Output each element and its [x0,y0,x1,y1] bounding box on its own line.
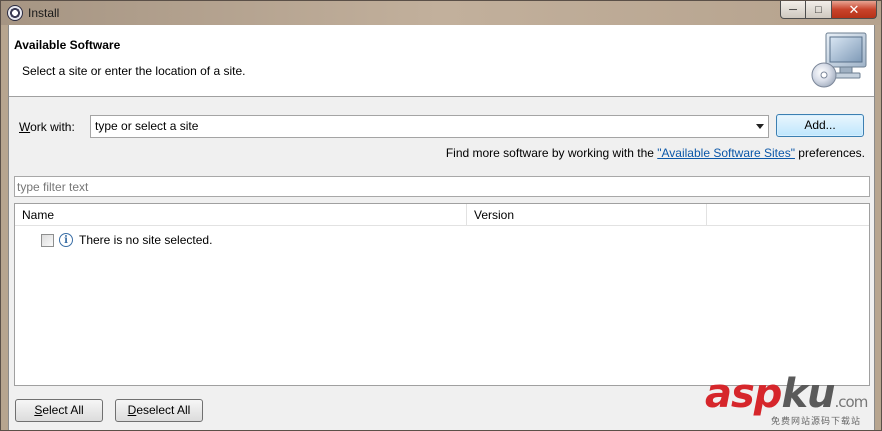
available-software-sites-link[interactable]: "Available Software Sites" [657,146,795,160]
close-button[interactable]: ✕ [832,1,877,19]
title-bar[interactable]: Install ─ □ ✕ [1,1,881,25]
deselect-all-mnemonic: D [127,403,137,417]
row-checkbox[interactable] [41,233,54,247]
work-with-mnemonic: W [19,120,31,134]
work-with-label-text: ork with: [30,120,75,134]
column-header-name[interactable]: Name [15,204,467,226]
page-title: Available Software [14,38,121,52]
close-icon: ✕ [848,1,860,17]
add-button[interactable]: Add... [776,114,864,137]
minimize-button[interactable]: ─ [780,1,806,19]
window-controls: ─ □ ✕ [780,1,877,19]
select-all-button[interactable]: Select All [15,399,103,422]
deselect-all-label: eselect All [136,403,191,417]
work-with-combo-value: type or select a site [95,119,199,133]
page-description: Select a site or enter the location of a… [22,64,246,78]
filter-input[interactable]: type filter text [14,176,870,197]
deselect-all-button[interactable]: Deselect All [115,399,203,422]
column-header-empty [707,204,869,226]
eclipse-icon [7,5,23,21]
find-more-prefix: Find more software by working with the [445,146,658,160]
wizard-header: Available Software Select a site or ente… [9,25,874,97]
maximize-button[interactable]: □ [806,1,832,19]
watermark-brand: aspku.com [705,371,869,417]
work-with-label: Work with: [19,120,75,134]
table-header: Name Version [15,204,869,226]
watermark-brand-asp: asp [705,371,782,417]
info-icon: i [59,233,73,247]
work-with-combo[interactable]: type or select a site [90,115,769,138]
find-more-software-text: Find more software by working with the "… [446,146,865,160]
aspku-watermark-logo: aspku.com 免费网站源码下载站 [705,371,877,429]
find-more-suffix: preferences. [794,146,865,160]
minimize-icon: ─ [789,3,797,16]
watermark-brand-com: .com [834,393,869,411]
maximize-icon: □ [815,3,822,16]
select-all-label: elect All [42,403,84,417]
row-text: There is no site selected. [79,233,213,247]
watermark-subtitle: 免费网站源码下载站 [771,417,862,427]
watermark-brand-ku: ku [781,371,835,417]
software-table: Name Version i There is no site selected… [14,203,870,386]
table-row[interactable]: i There is no site selected. [41,231,212,249]
dropdown-arrow-icon[interactable] [756,124,764,129]
install-banner-icon [811,32,867,88]
column-header-version[interactable]: Version [467,204,707,226]
install-window: Install ─ □ ✕ Available Software Select … [0,0,882,431]
window-title: Install [28,6,60,20]
